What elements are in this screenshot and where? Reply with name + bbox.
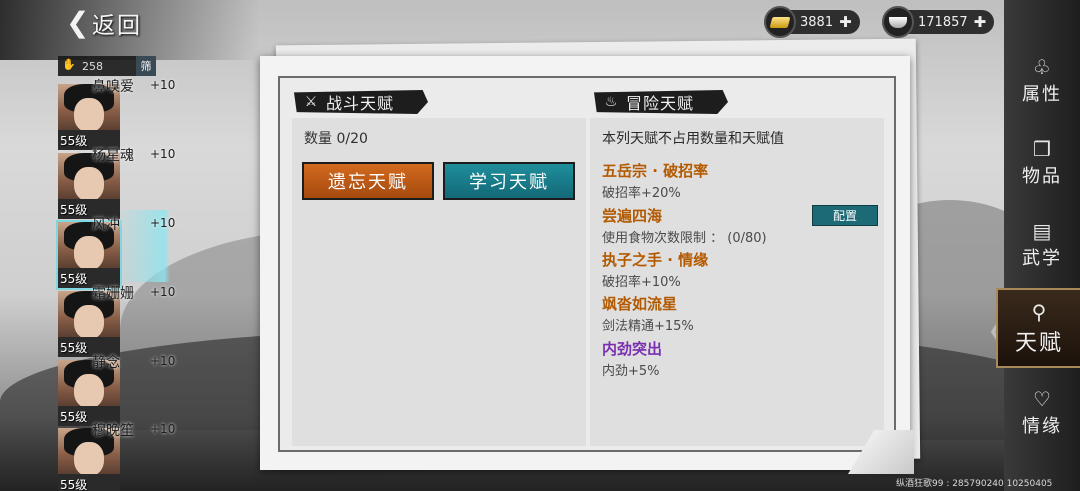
talent-effect: 剑法精通+15% [602, 319, 694, 334]
hero-name: 霜姗姗 [92, 286, 134, 302]
hero-count: 258 [82, 59, 103, 73]
tab-label: 武学 [1022, 248, 1062, 269]
hero-level: 55级 [60, 203, 88, 217]
talent-effect: 内劲+5% [602, 364, 660, 379]
hero-level: 55级 [60, 478, 88, 491]
tab-items[interactable]: ❒ 物品 [1006, 122, 1078, 202]
hero-bonus: +10 [150, 216, 176, 230]
hand-icon: ✋ [62, 58, 76, 71]
tab-attributes[interactable]: ♧ 属性 [1006, 40, 1078, 120]
hero-name: 鼻嗅爱 [92, 79, 134, 95]
hero-name: 风冲 [92, 217, 120, 233]
gold-amount: 3881 [800, 14, 834, 30]
tab-label: 情缘 [1022, 416, 1062, 437]
tab-label: 物品 [1022, 166, 1062, 187]
hero-bonus: +10 [150, 354, 176, 368]
hero-list: ✋ 258 筛 鼻嗅爱 +10 55级 杨星魂 +10 55级 风冲 +10 5… [58, 54, 175, 491]
back-button[interactable]: ❮ 返回 [66, 6, 156, 40]
hero-bonus: +10 [150, 147, 176, 161]
filter-button[interactable]: 筛 [136, 56, 156, 76]
forget-talent-button[interactable]: 遗忘天赋 [302, 162, 434, 200]
hero-item[interactable]: 静念 +10 55级 [58, 354, 175, 426]
talent-name: 内劲突出 [602, 340, 663, 358]
talent-name: 飒沓如流星 [602, 295, 678, 313]
heart-icon: ♡ [1033, 387, 1051, 411]
hero-level: 55级 [60, 341, 88, 355]
combat-talent-header: ⚔ 战斗天赋 [294, 90, 428, 114]
hero-item[interactable]: 杨星魂 +10 55级 [58, 147, 175, 219]
crossed-swords-icon: ⚔ [304, 94, 318, 110]
flame-icon: ♨ [604, 94, 618, 110]
talent-count: 数量 0/20 [304, 131, 368, 147]
tab-label: 属性 [1022, 84, 1062, 105]
tab-romance[interactable]: ♡ 情缘 [1006, 372, 1078, 452]
box-icon: ❒ [1033, 137, 1051, 161]
silver-amount: 171857 [918, 14, 968, 30]
tab-label: 天赋 [1014, 331, 1063, 356]
hero-name: 穆晚笙 [92, 423, 134, 439]
combat-talent-title: 战斗天赋 [326, 94, 395, 113]
hero-name: 静念 [92, 355, 120, 371]
hero-bonus: +10 [150, 285, 176, 299]
hero-level: 55级 [60, 410, 88, 424]
tab-talent[interactable]: ⚲ 天赋 [996, 288, 1080, 368]
adventure-note: 本列天赋不占用数量和天赋值 [602, 131, 784, 147]
talent-tree-icon: ⚲ [1031, 300, 1047, 324]
tab-martial-arts[interactable]: ▤ 武学 [1006, 204, 1078, 284]
chevron-left-icon: ❮ [66, 6, 90, 39]
player-id-footer: 纵酒狂歌99 : 285790240 10250405 [896, 479, 1053, 489]
learn-talent-button[interactable]: 学习天赋 [443, 162, 575, 200]
adventure-talent-title: 冒险天赋 [626, 94, 695, 113]
hero-item[interactable]: 穆晚笙 +10 55级 [58, 422, 175, 491]
adventure-talent-header: ♨ 冒险天赋 [594, 90, 728, 114]
add-silver-icon[interactable]: ✚ [974, 13, 987, 31]
silver-currency: 171857 ✚ [882, 6, 995, 38]
pouch-icon: ♧ [1033, 55, 1051, 79]
hero-level: 55级 [60, 272, 88, 286]
hero-bonus: +10 [150, 422, 176, 436]
talent-name: 五岳宗 · 破招率 [602, 162, 709, 180]
hero-name: 杨星魂 [92, 148, 134, 164]
gold-bar-icon [764, 6, 796, 38]
talent-name: 尝遍四海 [602, 207, 663, 225]
hero-item-selected[interactable]: 风冲 +10 55级 [58, 216, 175, 288]
gold-currency: 3881 ✚ [764, 6, 860, 38]
hero-bonus: +10 [150, 78, 176, 92]
book-icon: ▤ [1032, 219, 1052, 243]
silver-ingot-icon [882, 6, 914, 38]
talent-effect: 破招率+10% [602, 275, 681, 290]
hero-item[interactable]: 霜姗姗 +10 55级 [58, 285, 175, 357]
back-label: 返回 [92, 13, 142, 39]
add-gold-icon[interactable]: ✚ [839, 13, 852, 31]
talent-effect: 破招率+20% [602, 186, 681, 201]
configure-button[interactable]: 配置 [812, 205, 878, 226]
hero-level: 55级 [60, 134, 88, 148]
talent-name: 执子之手 · 情缘 [602, 251, 709, 269]
talent-effect: 使用食物次数限制 ： (0/80) [602, 231, 767, 246]
hero-item[interactable]: 鼻嗅爱 +10 55级 [58, 78, 175, 150]
